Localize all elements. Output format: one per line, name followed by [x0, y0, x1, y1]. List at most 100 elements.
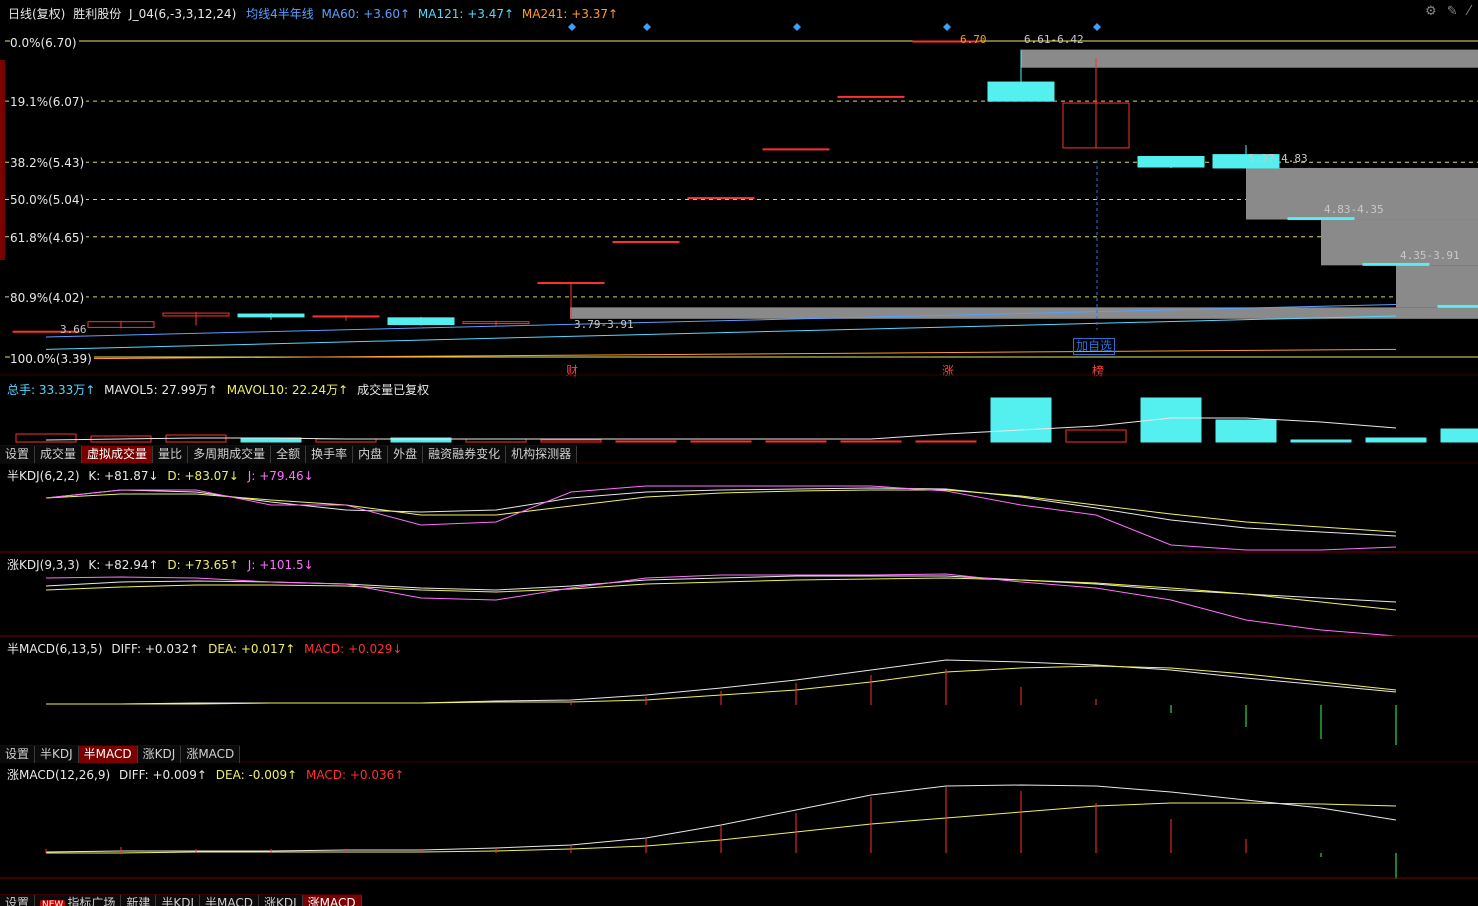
candle-body — [687, 197, 755, 200]
indicator-tab[interactable]: 涨MACD — [181, 746, 241, 763]
event-mark-ranking[interactable]: 榜 — [1092, 362, 1104, 379]
volume-note: 成交量已复权 — [357, 383, 430, 397]
fib-level-label: 0.0%(6.70) — [10, 36, 79, 50]
volume-bar — [465, 438, 527, 443]
volume-bar — [90, 435, 152, 443]
macd2-legend: 涨MACD(12,26,9) DIFF: +0.009↑ DEA: -0.009… — [7, 766, 409, 783]
volume-bar — [615, 440, 677, 443]
kdj2-name[interactable]: 涨KDJ(9,3,3) — [7, 558, 80, 572]
bottom-tab[interactable]: 涨MACD — [302, 895, 362, 906]
volume-bar — [315, 438, 377, 443]
add-watchlist-button[interactable]: 加自选 — [1073, 338, 1116, 355]
volume-bar — [1290, 439, 1352, 443]
gap-label-1: 6.61-6.42 — [1024, 33, 1084, 46]
event-diamond-icon — [793, 23, 801, 31]
volume-tab-bar: 设置 成交量 虚拟成交量 量比 多周期成交量 全额 换手率 内盘 外盘 融资融券变化 机构探测器 — [0, 445, 578, 463]
event-diamond-icon — [643, 23, 651, 31]
bottom-tab[interactable]: 新建 — [121, 895, 157, 906]
gap-label-4: 4.35-3.91 — [1400, 249, 1460, 262]
candle-body — [762, 148, 830, 151]
macd1-macd: MACD: +0.029↓ — [304, 642, 403, 656]
candle-body — [387, 317, 455, 326]
macd2-dea: DEA: -0.009↑ — [215, 768, 298, 782]
volume-bar — [165, 434, 227, 443]
event-mark-limit-up[interactable]: 涨 — [942, 362, 954, 379]
indicator-tab[interactable]: 设置 — [0, 746, 36, 763]
volume-tab[interactable]: 外盘 — [388, 446, 424, 463]
macd1-diff: DIFF: +0.032↑ — [111, 642, 200, 656]
gap-label-3: 4.83-4.35 — [1324, 203, 1384, 216]
macd1-dea-line — [46, 665, 1397, 705]
mavol5-value: MAVOL5: 27.99万↑ — [104, 383, 218, 397]
macd2-macd: MACD: +0.036↑ — [306, 768, 405, 782]
bottom-tab[interactable]: 半KDJ — [156, 895, 201, 906]
volume-bar — [1440, 428, 1478, 443]
volume-bar — [1140, 397, 1202, 443]
volume-tab[interactable]: 虚拟成交量 — [82, 446, 154, 463]
gap-label-2: 5.37-4.83 — [1248, 152, 1308, 165]
kdj1-j-line — [45, 485, 1397, 551]
kdj2-j: J: +101.5↓ — [247, 558, 314, 572]
bottom-tab[interactable]: 设置 — [0, 895, 36, 906]
candle-body — [312, 315, 380, 318]
macd2-diff-line — [45, 784, 1397, 853]
fib-level-label: 100.0%(3.39) — [10, 352, 94, 366]
price-chart[interactable] — [0, 0, 1478, 380]
volume-legend: 总手: 33.33万↑ MAVOL5: 27.99万↑ MAVOL10: 22.… — [7, 381, 434, 398]
candle-body — [1287, 217, 1355, 221]
candle-body — [537, 282, 605, 285]
candle-body — [837, 95, 905, 98]
candle-body — [237, 313, 305, 318]
candle-body — [987, 81, 1055, 102]
bottom-tab[interactable]: 半MACD — [200, 895, 260, 906]
volume-tab[interactable]: 换手率 — [306, 446, 354, 463]
macd2-name[interactable]: 涨MACD(12,26,9) — [7, 768, 110, 782]
volume-tab[interactable]: 全额 — [271, 446, 307, 463]
candle-body — [1437, 304, 1478, 308]
volume-bar — [840, 440, 902, 443]
mavol10-value: MAVOL10: 22.24万↑ — [226, 383, 349, 397]
kdj1-j: J: +79.46↓ — [247, 469, 314, 483]
volume-tab[interactable]: 量比 — [153, 446, 189, 463]
indicator-tab[interactable]: 半MACD — [78, 746, 138, 763]
macd1-name[interactable]: 半MACD(6,13,5) — [7, 642, 103, 656]
fib-level-label: 19.1%(6.07) — [10, 95, 87, 110]
volume-tab[interactable]: 成交量 — [35, 446, 83, 463]
gap-label-5: 3.79-3.91 — [574, 318, 634, 331]
event-mark-finance[interactable]: 财 — [566, 362, 578, 379]
volume-bar — [390, 437, 452, 443]
kdj1-name[interactable]: 半KDJ(6,2,2) — [7, 469, 80, 483]
volume-total: 总手: 33.33万↑ — [7, 383, 96, 397]
volume-bar — [15, 433, 77, 443]
volume-bar — [990, 397, 1052, 443]
volume-tab[interactable]: 多周期成交量 — [188, 446, 272, 463]
kdj2-d-line — [45, 577, 1397, 611]
macd2-dea-line — [46, 802, 1397, 854]
volume-tab[interactable]: 融资融券变化 — [423, 446, 507, 463]
low-tick-label: 3.66 — [60, 323, 87, 336]
volume-bar — [1365, 437, 1427, 443]
volume-tab[interactable]: 机构探测器 — [506, 446, 578, 463]
macd1-diff-line — [46, 659, 1397, 705]
high-tick-label: 6.70 — [960, 33, 987, 46]
volume-bar — [915, 440, 977, 443]
indicator-tab[interactable]: 涨KDJ — [138, 746, 182, 763]
price-gap-zone — [1021, 49, 1478, 68]
fib-level-label: 80.9%(4.02) — [10, 290, 87, 305]
event-diamond-icon — [568, 23, 576, 31]
kdj2-d: D: +73.65↑ — [167, 558, 239, 572]
kdj1-d: D: +83.07↓ — [167, 469, 239, 483]
fib-level-label: 61.8%(4.65) — [10, 230, 87, 245]
bottom-tab[interactable]: 涨KDJ — [259, 895, 303, 906]
bottom-tab[interactable]: NEW 指标广场 — [35, 895, 122, 906]
candle-body — [612, 240, 680, 243]
indicator-tab[interactable]: 半KDJ — [35, 746, 79, 763]
volume-tab[interactable]: 内盘 — [353, 446, 389, 463]
macd1-dea: DEA: +0.017↑ — [208, 642, 296, 656]
volume-bar — [765, 440, 827, 443]
macd2-diff: DIFF: +0.009↑ — [118, 768, 207, 782]
event-diamond-icon — [1093, 23, 1101, 31]
volume-bar — [240, 437, 302, 443]
volume-bar — [1215, 419, 1277, 443]
volume-tab[interactable]: 设置 — [0, 446, 36, 463]
